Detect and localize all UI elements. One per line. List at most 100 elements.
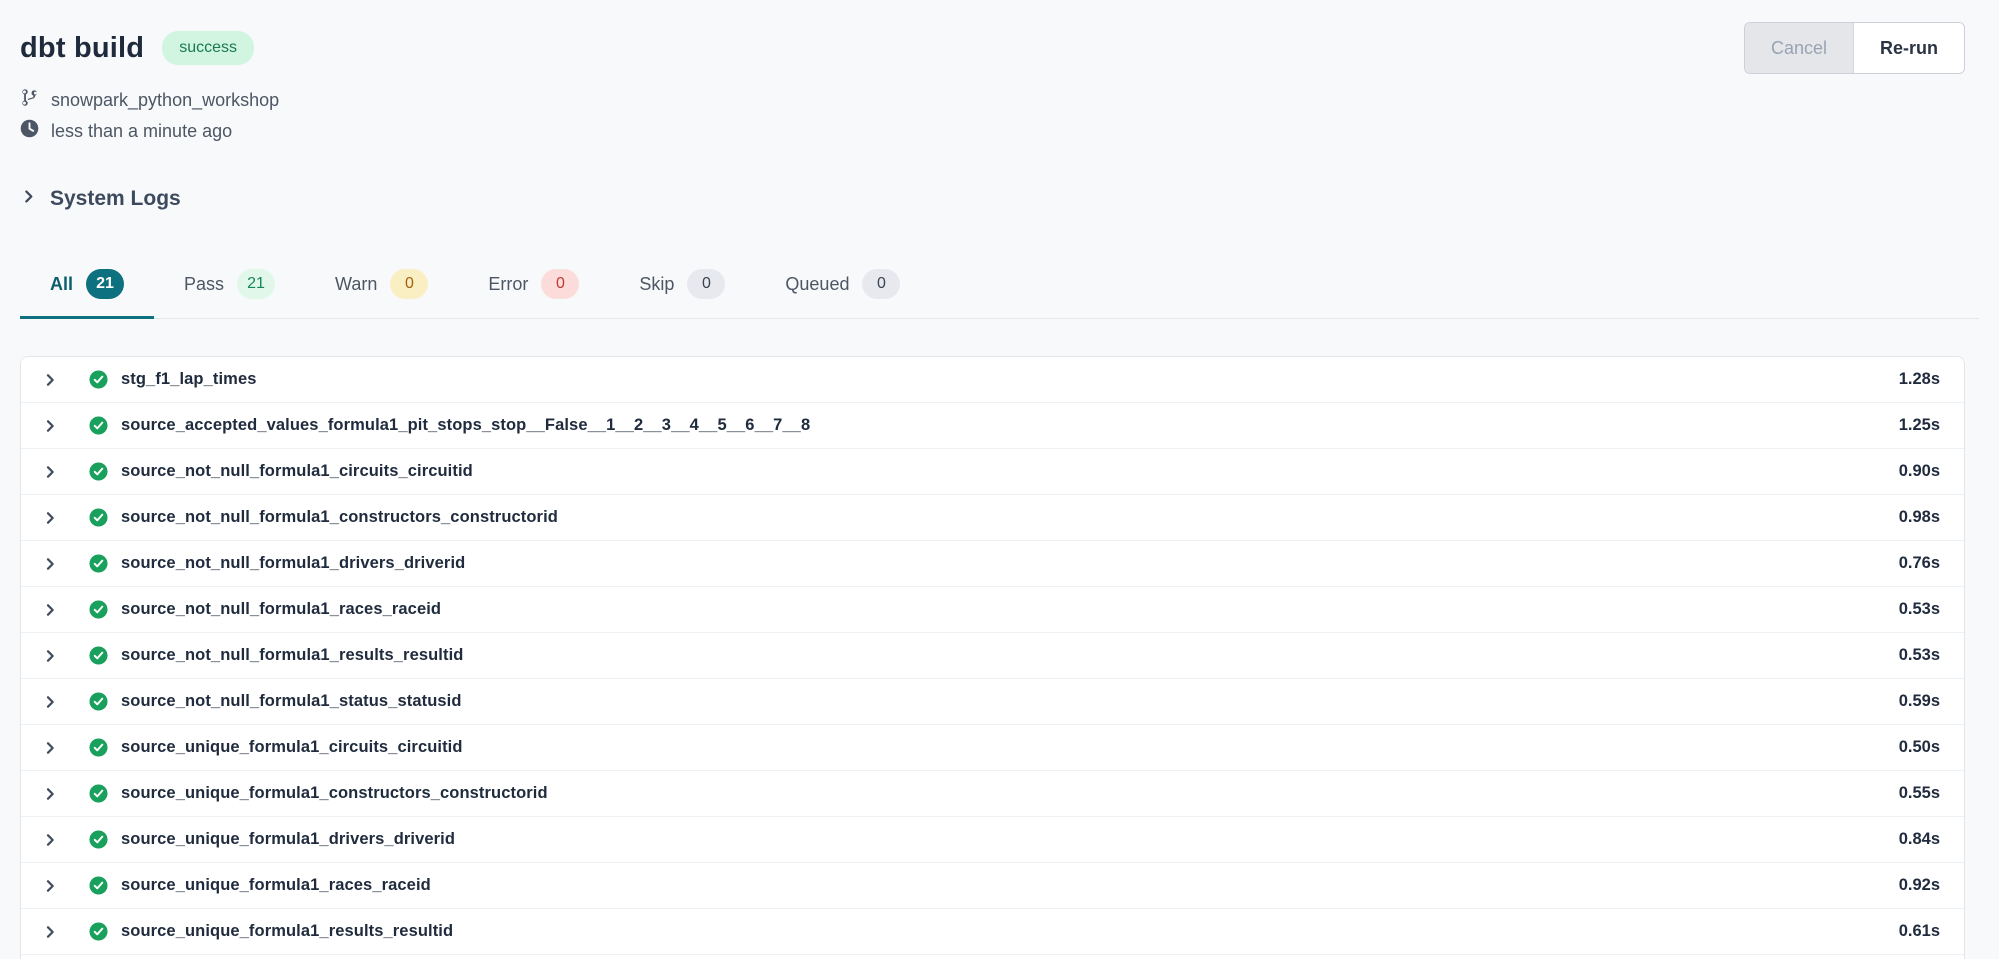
expand-chevron-icon[interactable] xyxy=(35,733,65,763)
result-duration: 1.28s xyxy=(1899,370,1940,389)
pass-check-icon xyxy=(89,508,108,527)
run-meta: snowpark_python_workshop less than a min… xyxy=(20,88,1965,143)
expand-chevron-icon[interactable] xyxy=(35,687,65,717)
result-name: source_unique_formula1_circuits_circuiti… xyxy=(121,738,1899,757)
rerun-button[interactable]: Re-run xyxy=(1854,23,1964,73)
result-duration: 0.59s xyxy=(1899,692,1940,711)
pass-check-icon xyxy=(89,692,108,711)
tab-count-badge: 21 xyxy=(86,269,124,299)
result-row: source_unique_formula1_constructors_cons… xyxy=(21,771,1964,817)
tab-all[interactable]: All 21 xyxy=(20,259,154,319)
result-duration: 0.98s xyxy=(1899,508,1940,527)
expand-chevron-icon[interactable] xyxy=(35,503,65,533)
tab-error[interactable]: Error 0 xyxy=(458,259,609,319)
result-row: source_unique_formula1_results_resultid … xyxy=(21,909,1964,955)
cancel-button[interactable]: Cancel xyxy=(1745,23,1854,73)
tab-pass[interactable]: Pass 21 xyxy=(154,259,305,319)
tab-queued[interactable]: Queued 0 xyxy=(755,259,930,319)
tab-warn[interactable]: Warn 0 xyxy=(305,259,458,319)
result-duration: 0.61s xyxy=(1899,922,1940,941)
result-row: source_unique_formula1_races_raceid 0.92… xyxy=(21,863,1964,909)
result-name: source_not_null_formula1_circuits_circui… xyxy=(121,462,1899,481)
tab-label: Warn xyxy=(335,274,377,295)
expand-chevron-icon[interactable] xyxy=(35,595,65,625)
expand-chevron-icon[interactable] xyxy=(35,365,65,395)
time-row: less than a minute ago xyxy=(20,119,1965,143)
expand-chevron-icon[interactable] xyxy=(35,871,65,901)
result-name: source_unique_formula1_races_raceid xyxy=(121,876,1899,895)
result-name: source_not_null_formula1_races_raceid xyxy=(121,600,1899,619)
tab-label: Error xyxy=(488,274,528,295)
expand-chevron-icon[interactable] xyxy=(35,549,65,579)
result-row: source_not_null_formula1_status_statusid… xyxy=(21,679,1964,725)
branch-name: snowpark_python_workshop xyxy=(51,90,279,111)
system-logs-toggle[interactable]: System Logs xyxy=(20,187,181,211)
time-ago-text: less than a minute ago xyxy=(51,121,232,142)
git-branch-icon xyxy=(20,88,39,112)
result-name: source_not_null_formula1_status_statusid xyxy=(121,692,1899,711)
result-name: source_not_null_formula1_drivers_driveri… xyxy=(121,554,1899,573)
status-tabs: All 21 Pass 21 Warn 0 Error 0 xyxy=(20,259,1979,318)
pass-check-icon xyxy=(89,370,108,389)
result-duration: 0.84s xyxy=(1899,830,1940,849)
pass-check-icon xyxy=(89,554,108,573)
tab-count-badge: 0 xyxy=(862,269,900,299)
branch-row: snowpark_python_workshop xyxy=(20,88,1965,112)
chevron-right-icon xyxy=(20,187,37,211)
pass-check-icon xyxy=(89,784,108,803)
expand-chevron-icon[interactable] xyxy=(35,779,65,809)
result-row: source_accepted_values_formula1_pit_stop… xyxy=(21,403,1964,449)
tab-label: Pass xyxy=(184,274,224,295)
status-tabs-bar: All 21 Pass 21 Warn 0 Error 0 xyxy=(20,259,1979,319)
expand-chevron-icon[interactable] xyxy=(35,411,65,441)
pass-check-icon xyxy=(89,876,108,895)
system-logs-label: System Logs xyxy=(50,187,181,211)
result-duration: 0.76s xyxy=(1899,554,1940,573)
pass-check-icon xyxy=(89,600,108,619)
status-badge: success xyxy=(162,31,254,65)
result-name: source_not_null_formula1_results_resulti… xyxy=(121,646,1899,665)
tab-count-badge: 0 xyxy=(687,269,725,299)
result-name: source_not_null_formula1_constructors_co… xyxy=(121,508,1899,527)
expand-chevron-icon[interactable] xyxy=(35,917,65,947)
result-duration: 0.50s xyxy=(1899,738,1940,757)
result-duration: 0.90s xyxy=(1899,462,1940,481)
expand-chevron-icon[interactable] xyxy=(35,457,65,487)
result-name: source_unique_formula1_drivers_driverid xyxy=(121,830,1899,849)
tab-label: All xyxy=(50,274,73,295)
pass-check-icon xyxy=(89,830,108,849)
result-row: source_not_null_formula1_circuits_circui… xyxy=(21,449,1964,495)
tab-count-badge: 0 xyxy=(390,269,428,299)
result-row: source_unique_formula1_circuits_circuiti… xyxy=(21,725,1964,771)
results-list: stg_f1_lap_times 1.28s source_accepted_v… xyxy=(20,356,1965,959)
pass-check-icon xyxy=(89,646,108,665)
run-actions: Cancel Re-run xyxy=(1744,22,1965,74)
page-title: dbt build xyxy=(20,32,144,65)
result-row: stg_f1_lap_times 1.28s xyxy=(21,357,1964,403)
tab-skip[interactable]: Skip 0 xyxy=(609,259,755,319)
tab-label: Queued xyxy=(785,274,849,295)
result-duration: 1.25s xyxy=(1899,416,1940,435)
expand-chevron-icon[interactable] xyxy=(35,825,65,855)
pass-check-icon xyxy=(89,416,108,435)
tab-count-badge: 21 xyxy=(237,269,275,299)
result-name: source_unique_formula1_constructors_cons… xyxy=(121,784,1899,803)
result-row: source_unique_formula1_status_statusid 0… xyxy=(21,955,1964,959)
result-row: source_not_null_formula1_constructors_co… xyxy=(21,495,1964,541)
result-duration: 0.92s xyxy=(1899,876,1940,895)
result-duration: 0.53s xyxy=(1899,600,1940,619)
run-header: dbt build success Cancel Re-run snowpark… xyxy=(0,0,1999,211)
tab-label: Skip xyxy=(639,274,674,295)
expand-chevron-icon[interactable] xyxy=(35,641,65,671)
pass-check-icon xyxy=(89,738,108,757)
pass-check-icon xyxy=(89,462,108,481)
result-duration: 0.55s xyxy=(1899,784,1940,803)
result-row: source_not_null_formula1_races_raceid 0.… xyxy=(21,587,1964,633)
result-row: source_not_null_formula1_drivers_driveri… xyxy=(21,541,1964,587)
tab-count-badge: 0 xyxy=(541,269,579,299)
result-name: stg_f1_lap_times xyxy=(121,370,1899,389)
result-name: source_unique_formula1_results_resultid xyxy=(121,922,1899,941)
result-name: source_accepted_values_formula1_pit_stop… xyxy=(121,416,1899,435)
pass-check-icon xyxy=(89,922,108,941)
run-detail-page: dbt build success Cancel Re-run snowpark… xyxy=(0,0,1999,959)
